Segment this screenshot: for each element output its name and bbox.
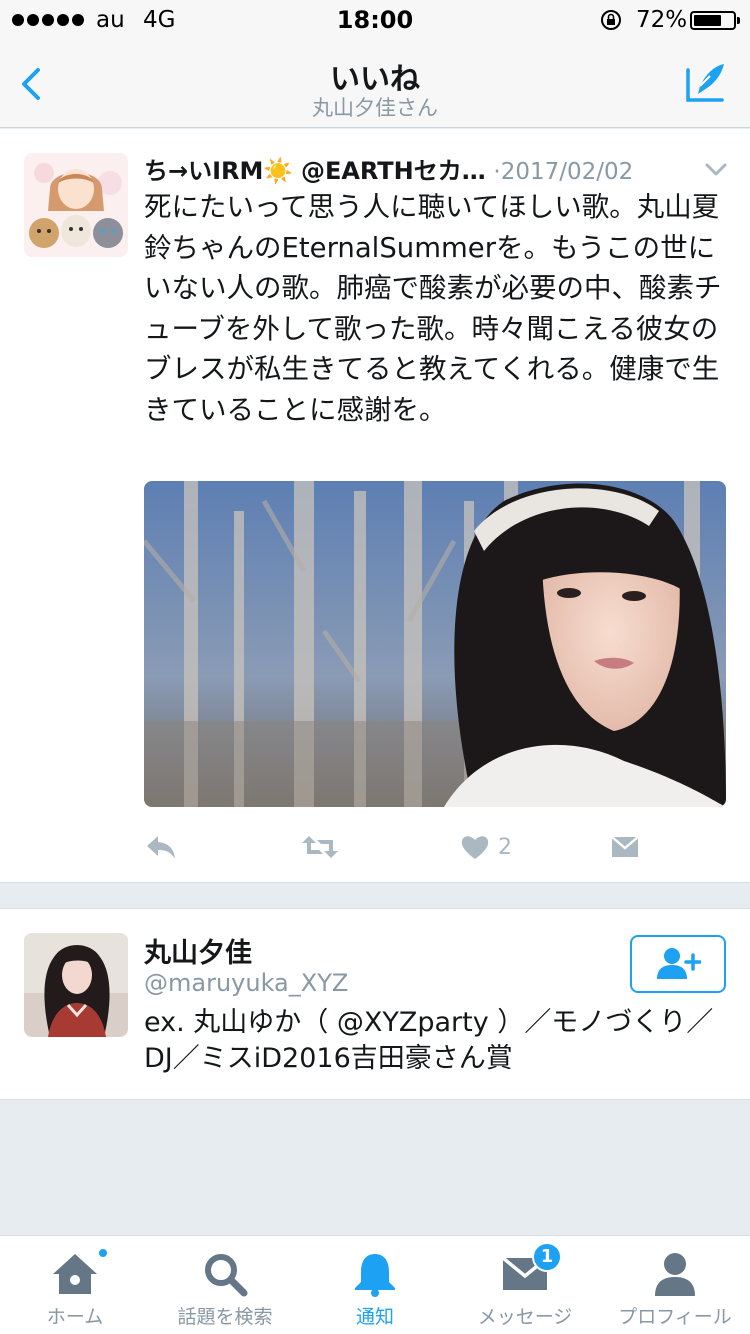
like-button[interactable]: 2 [460,829,512,865]
compose-icon [686,64,724,102]
battery-level [694,15,722,26]
rotation-lock-icon [601,10,621,30]
tweet-author-avatar[interactable] [24,153,128,257]
battery-icon [690,11,740,30]
user-name[interactable]: 丸山夕佳 [144,931,252,970]
tab-label: 通知 [355,1306,394,1328]
tab-label: 話題を検索 [177,1306,273,1328]
user-card[interactable]: 丸山夕佳 @maruyuka_XYZ ex. 丸山ゆか（ @XYZparty ）… [0,908,750,1100]
messages-badge: 1 [532,1242,562,1272]
person-icon [655,1253,695,1296]
page-subtitle: 丸山夕佳さん [312,96,438,120]
like-count: 2 [498,834,512,860]
tab-messages[interactable]: メッセージ [450,1236,600,1334]
direct-message-button[interactable] [610,829,640,865]
search-icon [205,1254,248,1297]
tweet-text: 死にたいって思う人に聴いてほしい歌。丸山夏鈴ちゃんのEternalSummerを… [144,191,722,426]
compose-button[interactable] [684,60,730,106]
battery-percentage: 72% [636,7,688,33]
tweet-date: 2017/02/02 [500,159,634,185]
follow-button[interactable] [630,935,726,993]
envelope-icon [611,836,639,857]
tweet-header: ち→いIRM☀️ @EARTHセカ… ·2017/02/02 [144,151,704,185]
retweet-button[interactable] [300,829,340,865]
tweet-separator: · [493,159,501,185]
new-tweets-indicator [97,1247,109,1259]
tab-label: ホーム [46,1306,104,1328]
retweet-icon [302,836,338,858]
tweet-author-handle[interactable]: @EARTHセカ… [301,157,486,185]
home-icon [53,1254,97,1294]
bell-icon [355,1254,395,1297]
chevron-down-icon[interactable] [704,161,728,179]
user-avatar[interactable] [24,933,128,1037]
tweet[interactable]: ち→いIRM☀️ @EARTHセカ… ·2017/02/02 死にたいって思う人… [0,129,750,883]
user-bio: ex. 丸山ゆか（ @XYZparty ）／モノづくり／ DJ／ミスiD2016… [144,1007,714,1074]
tweet-actions: 2 [144,829,704,865]
reply-button[interactable] [144,829,178,865]
reply-icon [147,836,175,859]
tweet-photo[interactable] [144,481,726,807]
navigation-bar: いいね 丸山夕佳さん [0,40,750,128]
tab-profile[interactable]: プロフィール [600,1236,750,1334]
tab-home[interactable]: ホーム [0,1236,150,1334]
tab-label: プロフィール [618,1306,732,1328]
add-user-icon [657,948,701,979]
tab-search[interactable]: 話題を検索 [150,1236,300,1334]
tab-bar: ホーム 話題を検索 通知 メッセージ 1 プロフィール [0,1235,750,1334]
tab-notifications[interactable]: 通知 [300,1236,450,1334]
status-bar: au 4G 18:00 72% [0,0,750,40]
heart-icon [461,836,489,859]
user-handle[interactable]: @maruyuka_XYZ [144,969,348,997]
tab-label: メッセージ [477,1306,573,1328]
tweet-author-name[interactable]: ち→いIRM☀️ [144,157,293,185]
